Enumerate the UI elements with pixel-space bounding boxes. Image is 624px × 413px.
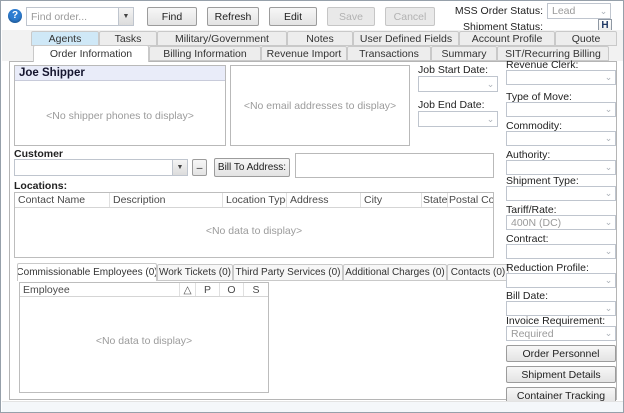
tab-account-profile[interactable]: Account Profile	[459, 31, 555, 46]
job-end-date-label: Job End Date:	[418, 99, 485, 111]
job-start-date-select[interactable]: ⌄	[418, 76, 498, 92]
chevron-down-icon: ⌄	[602, 189, 615, 198]
mss-order-status-select[interactable]: Lead ⌄	[547, 3, 611, 19]
column-header-state[interactable]: State	[422, 193, 448, 207]
tab-revenue-import[interactable]: Revenue Import	[261, 46, 347, 61]
mss-order-status-value: Lead	[548, 5, 597, 17]
authority-select[interactable]: ⌄	[506, 160, 616, 175]
edit-button[interactable]: Edit	[269, 7, 317, 26]
column-header-address[interactable]: Address	[287, 193, 361, 207]
chevron-down-icon: ⌄	[484, 115, 497, 124]
job-end-date-select[interactable]: ⌄	[418, 111, 498, 127]
email-empty-text: <No email addresses to display>	[231, 100, 409, 112]
chevron-down-icon: ⌄	[602, 105, 615, 114]
dropdown-arrow-icon[interactable]: ▼	[172, 160, 187, 175]
employees-grid: Employee △ P O S <No data to display>	[19, 282, 269, 393]
shipper-phones-panel: Joe Shipper <No shipper phones to displa…	[14, 65, 226, 146]
locations-grid: Contact Name Description Location Type A…	[14, 192, 494, 258]
commodity-select[interactable]: ⌄	[506, 131, 616, 146]
customer-combobox[interactable]: ▼	[14, 159, 188, 176]
mss-order-status-label: MSS Order Status:	[401, 5, 543, 17]
contract-select[interactable]: ⌄	[506, 244, 616, 259]
shipment-details-button[interactable]: Shipment Details	[506, 366, 616, 383]
chevron-down-icon: ⌄	[602, 134, 615, 143]
save-button: Save	[327, 7, 375, 26]
column-header-location-type[interactable]: Location Type	[223, 193, 287, 207]
sort-ascending-icon[interactable]: △	[180, 283, 196, 296]
shipper-name: Joe Shipper	[15, 66, 225, 81]
bill-to-address-field[interactable]	[295, 153, 494, 178]
refresh-button[interactable]: Refresh	[207, 7, 259, 26]
reduction-profile-select[interactable]: ⌄	[506, 273, 616, 288]
window-bottom-frame	[2, 401, 624, 413]
tab-tasks[interactable]: Tasks	[99, 31, 157, 46]
chevron-down-icon: ⌄	[602, 276, 615, 285]
tab-quote[interactable]: Quote	[555, 31, 617, 46]
chevron-down-icon: ⌄	[602, 329, 615, 338]
locations-grid-header: Contact Name Description Location Type A…	[15, 193, 493, 208]
column-header-description[interactable]: Description	[110, 193, 223, 207]
job-start-date-label: Job Start Date:	[418, 64, 488, 76]
application-window: ? Find order... ▼ Find Refresh Edit Save…	[0, 0, 624, 413]
bill-to-address-button[interactable]: Bill To Address:	[214, 158, 290, 177]
locations-label: Locations:	[14, 180, 67, 192]
invoice-requirement-value: Required	[507, 328, 602, 340]
column-header-city[interactable]: City	[361, 193, 422, 207]
tab-notes[interactable]: Notes	[287, 31, 353, 46]
column-header-s[interactable]: S	[244, 283, 268, 296]
tab-summary[interactable]: Summary	[431, 46, 497, 61]
tariff-rate-select[interactable]: 400N (DC) ⌄	[506, 215, 616, 230]
bill-date-select[interactable]: ⌄	[506, 301, 616, 316]
subtab-additional-charges[interactable]: Additional Charges (0)	[343, 264, 447, 281]
column-header-contact-name[interactable]: Contact Name	[15, 193, 110, 207]
find-button[interactable]: Find	[147, 7, 197, 26]
tab-order-information[interactable]: Order Information	[33, 45, 149, 62]
tab-transactions[interactable]: Transactions	[347, 46, 431, 61]
locations-empty-text: <No data to display>	[15, 225, 493, 237]
chevron-down-icon: ⌄	[602, 247, 615, 256]
tab-military-government[interactable]: Military/Government	[157, 31, 287, 46]
chevron-down-icon: ⌄	[597, 7, 610, 16]
tab-agents[interactable]: Agents	[31, 31, 99, 46]
column-header-p[interactable]: P	[196, 283, 220, 296]
shipper-phones-empty-text: <No shipper phones to display>	[15, 110, 225, 122]
employees-empty-text: <No data to display>	[20, 335, 268, 347]
customer-browse-button[interactable]: –	[192, 159, 207, 176]
subtab-commissionable-employees[interactable]: Commissionable Employees (0)	[17, 263, 157, 281]
column-header-employee[interactable]: Employee	[20, 283, 180, 296]
chevron-down-icon: ⌄	[484, 80, 497, 89]
type-of-move-select[interactable]: ⌄	[506, 102, 616, 117]
shipment-type-select[interactable]: ⌄	[506, 186, 616, 201]
tariff-rate-value: 400N (DC)	[507, 217, 602, 229]
chevron-down-icon: ⌄	[602, 73, 615, 82]
tab-billing-information[interactable]: Billing Information	[149, 46, 261, 61]
chevron-down-icon: ⌄	[602, 163, 615, 172]
help-icon[interactable]: ?	[8, 9, 22, 23]
find-order-placeholder: Find order...	[27, 11, 118, 23]
column-header-postal-code[interactable]: Postal Code	[448, 193, 493, 207]
dropdown-arrow-icon[interactable]: ▼	[118, 8, 133, 25]
subtab-contacts[interactable]: Contacts (0)	[447, 264, 509, 281]
subtab-third-party-services[interactable]: Third Party Services (0)	[233, 264, 343, 281]
tab-user-defined-fields[interactable]: User Defined Fields	[353, 31, 459, 46]
revenue-clerk-select[interactable]: ⌄	[506, 70, 616, 85]
order-personnel-button[interactable]: Order Personnel	[506, 345, 616, 362]
column-header-o[interactable]: O	[220, 283, 244, 296]
invoice-requirement-select[interactable]: Required ⌄	[506, 326, 616, 341]
subtab-work-tickets[interactable]: Work Tickets (0)	[157, 264, 233, 281]
chevron-down-icon: ⌄	[602, 218, 615, 227]
chevron-down-icon: ⌄	[602, 304, 615, 313]
find-order-combobox[interactable]: Find order... ▼	[26, 7, 134, 26]
email-addresses-panel: <No email addresses to display>	[230, 65, 410, 146]
employees-grid-header: Employee △ P O S	[20, 283, 268, 297]
